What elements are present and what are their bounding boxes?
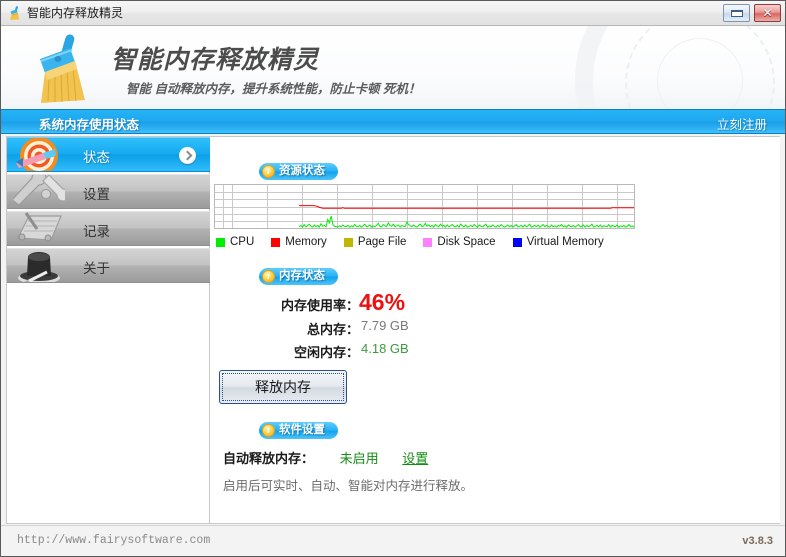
memory-status-header: 内存状态 <box>259 268 338 285</box>
title-bar: 智能内存释放精灵 ✕ <box>1 1 785 26</box>
info-icon <box>262 424 275 437</box>
memory-usage-label: 内存使用率： <box>281 295 359 314</box>
target-dart-icon <box>13 137 65 172</box>
legend-swatch <box>344 238 353 247</box>
memory-usage-value: 46% <box>359 289 405 316</box>
close-button[interactable]: ✕ <box>754 4 781 22</box>
chart-legend: CPU Memory Page File Disk Space Virtual … <box>216 236 621 248</box>
memory-status-title: 内存状态 <box>279 270 325 282</box>
clipboard-log-icon <box>13 211 65 246</box>
magic-hat-icon <box>13 248 65 283</box>
window-controls: ✕ <box>723 4 781 22</box>
legend-item-memory: Memory <box>271 236 327 248</box>
auto-release-settings-link[interactable]: 设置 <box>402 451 428 466</box>
sidebar-item-label: 设置 <box>83 183 110 203</box>
free-memory-row: 空闲内存： <box>211 342 359 362</box>
sidebar-item-about[interactable]: 关于 <box>7 248 210 283</box>
chart-series-memory <box>299 206 634 209</box>
total-memory-label: 总内存： <box>307 319 359 338</box>
wrench-tools-icon <box>13 174 65 209</box>
version-label: v3.8.3 <box>742 535 773 547</box>
app-window: 智能内存释放精灵 ✕ <box>0 0 786 557</box>
legend-item-disk-space: Disk Space <box>423 236 495 248</box>
legend-label: CPU <box>230 236 254 248</box>
broom-icon <box>6 5 22 21</box>
legend-label: Page File <box>358 236 407 248</box>
legend-swatch <box>216 238 225 247</box>
auto-release-label: 自动释放内存： <box>223 451 314 466</box>
info-icon <box>262 165 275 178</box>
legend-item-page-file: Page File <box>344 236 407 248</box>
content-area: 资源状态 CPU Memory Page File <box>211 137 780 523</box>
release-memory-button[interactable]: 释放内存 <box>219 370 347 404</box>
website-url[interactable]: http://www.fairysoftware.com <box>17 534 210 547</box>
resource-chart-canvas <box>215 185 634 228</box>
product-title: 智能内存释放精灵 <box>111 40 319 76</box>
legend-item-virtual-memory: Virtual Memory <box>513 236 604 248</box>
resource-status-header: 资源状态 <box>259 163 338 180</box>
sidebar-item-label: 状态 <box>83 146 110 166</box>
sidebar-item-label: 关于 <box>83 257 110 277</box>
app-header: 智能内存释放精灵 智能 自动释放内存，提升系统性能，防止卡顿 死机！ <box>1 26 785 109</box>
info-icon <box>262 270 275 283</box>
window-title: 智能内存释放精灵 <box>27 5 123 21</box>
software-settings-header: 软件设置 <box>259 422 338 439</box>
body-panel: 状态 设置 <box>6 136 780 524</box>
auto-release-description: 启用后可实时、自动、智能对内存进行释放。 <box>223 475 473 494</box>
chevron-right-icon <box>179 147 196 164</box>
legend-swatch <box>513 238 522 247</box>
register-link[interactable]: 立刻注册 <box>717 114 767 133</box>
sidebar: 状态 设置 <box>7 137 210 523</box>
minimize-button[interactable] <box>723 4 750 22</box>
resource-status-title: 资源状态 <box>279 165 325 177</box>
free-memory-label: 空闲内存： <box>294 342 359 361</box>
software-settings-title: 软件设置 <box>279 424 325 436</box>
product-tagline: 智能 自动释放内存，提升系统性能，防止卡顿 死机！ <box>126 78 420 97</box>
minimize-icon <box>731 10 743 17</box>
sidebar-item-status[interactable]: 状态 <box>7 137 210 172</box>
sidebar-item-label: 记录 <box>83 220 110 240</box>
free-memory-value: 4.18 GB <box>361 341 409 356</box>
sidebar-item-records[interactable]: 记录 <box>7 211 210 246</box>
total-memory-row: 总内存： <box>211 319 359 339</box>
broom-logo-icon <box>23 32 97 106</box>
release-memory-label: 释放内存 <box>220 371 346 403</box>
auto-release-row: 自动释放内存： 未启用 设置 <box>223 448 428 467</box>
legend-label: Disk Space <box>437 236 495 248</box>
legend-label: Memory <box>285 236 327 248</box>
section-banner: 系统内存使用状态 立刻注册 <box>1 109 785 134</box>
footer: http://www.fairysoftware.com v3.8.3 <box>1 525 785 556</box>
resource-chart <box>214 184 635 229</box>
legend-swatch <box>423 238 432 247</box>
memory-usage-row: 内存使用率： <box>211 295 359 319</box>
close-icon: ✕ <box>755 5 780 21</box>
auto-release-state: 未启用 <box>340 451 379 466</box>
total-memory-value: 7.79 GB <box>361 318 409 333</box>
legend-label: Virtual Memory <box>527 236 604 248</box>
legend-item-cpu: CPU <box>216 236 254 248</box>
sidebar-item-settings[interactable]: 设置 <box>7 174 210 209</box>
banner-title: 系统内存使用状态 <box>39 114 139 133</box>
legend-swatch <box>271 238 280 247</box>
